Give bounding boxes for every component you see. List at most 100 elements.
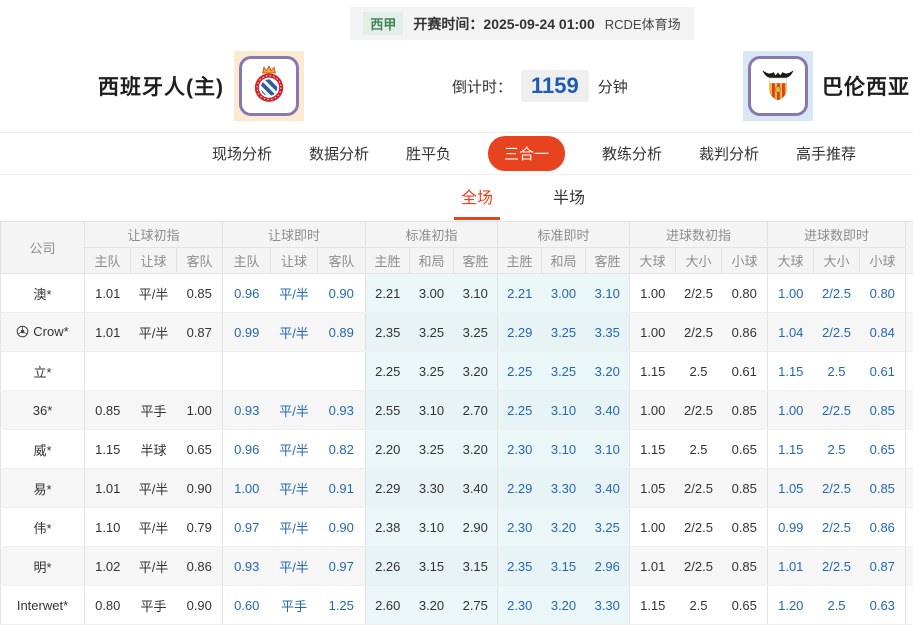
company-cell[interactable]: 伟* xyxy=(1,508,85,547)
odds-cell: 1.04 xyxy=(768,313,814,352)
sub-header-3-0: 主胜 xyxy=(498,248,542,274)
tab-win-draw-loss[interactable]: 胜平负 xyxy=(406,143,451,164)
table-row: Interwet*0.80平手0.900.60平手1.252.603.202.7… xyxy=(1,586,913,625)
sub-header-5-2: 小球 xyxy=(860,248,906,274)
countdown-unit: 分钟 xyxy=(598,76,628,97)
odds-cell: 平/半 xyxy=(271,547,318,586)
tab-live-analysis[interactable]: 现场分析 xyxy=(212,143,272,164)
company-cell[interactable]: 立* xyxy=(1,352,85,391)
odds-cell: 2.25 xyxy=(498,352,542,391)
odds-cell: 0.65 xyxy=(722,586,768,625)
odds-cell: 2/2.5 xyxy=(676,313,722,352)
odds-cell: 3.25 xyxy=(410,430,454,469)
tab-coach-analysis[interactable]: 教练分析 xyxy=(602,143,662,164)
odds-cell: 2.55 xyxy=(366,391,410,430)
odds-cell: 3.20 xyxy=(586,352,630,391)
odds-cell: 2.30 xyxy=(498,430,542,469)
odds-cell: 3.10 xyxy=(410,508,454,547)
table-row: 威*1.15半球0.650.96平/半0.822.203.253.202.303… xyxy=(1,430,913,469)
odds-cell: 3.15 xyxy=(542,547,586,586)
sub-header-5-0: 大球 xyxy=(768,248,814,274)
group-header-2: 标准初指 xyxy=(366,222,498,248)
odds-cell xyxy=(177,352,223,391)
table-row: 36*0.85平手1.000.93平/半0.932.553.102.702.25… xyxy=(1,391,913,430)
odds-cell: 1.15 xyxy=(630,352,676,391)
sub-header-2-1: 和局 xyxy=(410,248,454,274)
sub-header-5-1: 大小 xyxy=(814,248,860,274)
subtab-full-match[interactable]: 全场 xyxy=(454,184,500,220)
odds-cell: 1.15 xyxy=(768,352,814,391)
col-header-company: 公司 xyxy=(1,222,85,274)
company-name: 明* xyxy=(33,557,51,576)
cutoff-column-cell xyxy=(906,508,913,547)
home-team-name: 西班牙人(主) xyxy=(98,71,224,101)
cutoff-column-cell xyxy=(906,586,913,625)
odds-cell: 0.90 xyxy=(177,469,223,508)
odds-cell: 1.05 xyxy=(630,469,676,508)
odds-cell: 2.30 xyxy=(498,508,542,547)
company-cell[interactable]: 易* xyxy=(1,469,85,508)
odds-cell: 0.80 xyxy=(85,586,131,625)
odds-cell: 1.01 xyxy=(85,274,131,313)
odds-cell: 1.00 xyxy=(768,391,814,430)
odds-cell: 0.89 xyxy=(318,313,366,352)
odds-cell: 半球 xyxy=(131,430,177,469)
odds-cell: 0.97 xyxy=(223,508,271,547)
odds-cell: 0.65 xyxy=(177,430,223,469)
subtab-half-match[interactable]: 半场 xyxy=(546,184,592,220)
company-cell[interactable]: 威* xyxy=(1,430,85,469)
main-nav: 现场分析 数据分析 胜平负 三合一 教练分析 裁判分析 高手推荐 xyxy=(0,132,913,175)
away-team-badge xyxy=(743,51,813,121)
sub-header-1-0: 主队 xyxy=(223,248,271,274)
odds-cell: 2.21 xyxy=(498,274,542,313)
company-cell[interactable]: 明* xyxy=(1,547,85,586)
odds-cell: 平/半 xyxy=(271,274,318,313)
odds-cell: 0.85 xyxy=(722,547,768,586)
sub-header-3-2: 客胜 xyxy=(586,248,630,274)
sub-header-4-1: 大小 xyxy=(676,248,722,274)
odds-cell: 3.25 xyxy=(542,313,586,352)
soccer-ball-icon xyxy=(16,325,29,338)
odds-cell: 1.00 xyxy=(630,391,676,430)
company-cell[interactable]: 36* xyxy=(1,391,85,430)
sub-header-4-0: 大球 xyxy=(630,248,676,274)
odds-cell: 1.15 xyxy=(630,586,676,625)
odds-cell: 1.00 xyxy=(223,469,271,508)
odds-cell: 2/2.5 xyxy=(814,508,860,547)
sub-header-3-1: 和局 xyxy=(542,248,586,274)
odds-cell: 3.10 xyxy=(542,430,586,469)
tab-three-in-one[interactable]: 三合一 xyxy=(488,136,565,171)
company-cell[interactable]: Interwet* xyxy=(1,586,85,625)
odds-cell: 1.15 xyxy=(85,430,131,469)
company-cell[interactable]: Crow* xyxy=(1,313,85,352)
odds-cell: 3.20 xyxy=(542,586,586,625)
odds-cell: 3.10 xyxy=(542,391,586,430)
company-cell[interactable]: 澳* xyxy=(1,274,85,313)
match-header: 西班牙人(主) xyxy=(0,40,913,132)
odds-cell: 1.15 xyxy=(630,430,676,469)
odds-table: 公司让球初指让球即时标准初指标准即时进球数初指进球数即时主队让球客队主队让球客队… xyxy=(0,221,913,625)
odds-cell: 2.25 xyxy=(366,352,410,391)
table-row: Crow*1.01平/半0.870.99平/半0.892.353.253.252… xyxy=(1,313,913,352)
company-name: Crow* xyxy=(33,324,68,339)
odds-cell: 3.10 xyxy=(410,391,454,430)
odds-cell: 3.30 xyxy=(542,469,586,508)
odds-cell: 3.35 xyxy=(586,313,630,352)
odds-cell: 0.65 xyxy=(722,430,768,469)
odds-cell: 3.10 xyxy=(586,274,630,313)
odds-cell: 0.65 xyxy=(860,430,906,469)
countdown-label: 倒计时： xyxy=(452,76,512,97)
odds-cell: 0.96 xyxy=(223,274,271,313)
tab-expert-picks[interactable]: 高手推荐 xyxy=(796,143,856,164)
odds-cell: 平/半 xyxy=(131,469,177,508)
table-row: 伟*1.10平/半0.790.97平/半0.902.383.102.902.30… xyxy=(1,508,913,547)
odds-cell: 3.20 xyxy=(410,586,454,625)
odds-cell: 2.21 xyxy=(366,274,410,313)
tab-data-analysis[interactable]: 数据分析 xyxy=(309,143,369,164)
odds-cell: 3.25 xyxy=(454,313,498,352)
odds-cell xyxy=(271,352,318,391)
tab-referee-analysis[interactable]: 裁判分析 xyxy=(699,143,759,164)
odds-cell: 2.5 xyxy=(676,430,722,469)
odds-cell: 1.00 xyxy=(630,508,676,547)
odds-cell: 平/半 xyxy=(131,508,177,547)
